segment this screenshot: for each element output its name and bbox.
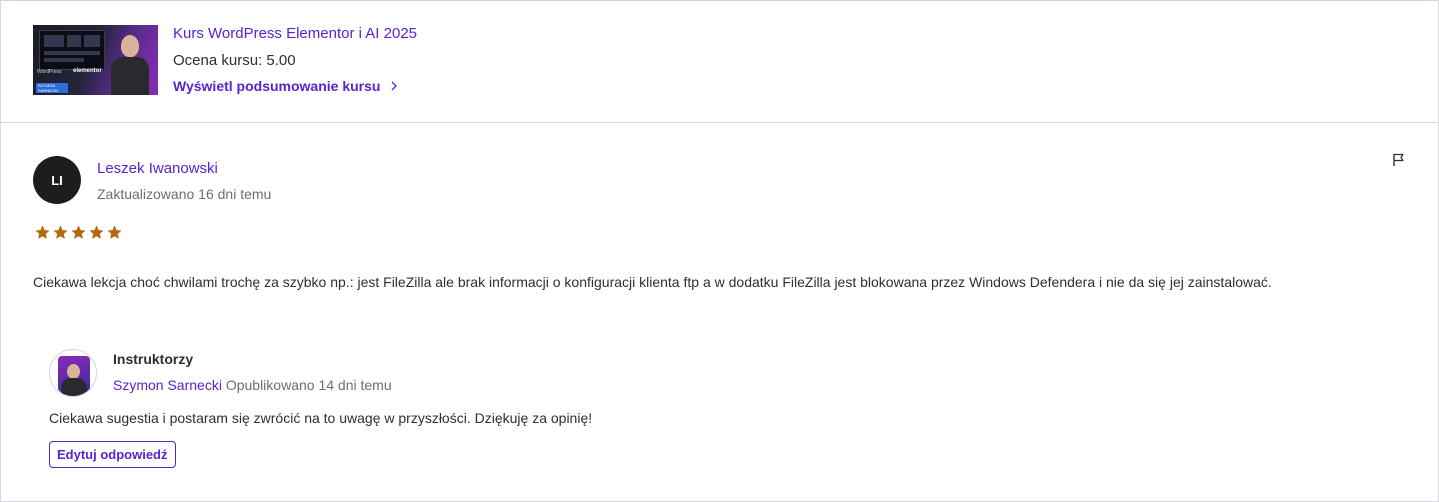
star-icon <box>35 225 50 245</box>
thumbnail-screen <box>39 30 105 70</box>
thumbnail-wp-text: WordPress <box>37 69 62 75</box>
course-title[interactable]: Kurs WordPress Elementor i AI 2025 <box>173 25 417 42</box>
course-header: WordPress elementor SZYMON SARNECKI Kurs… <box>1 1 1438 123</box>
instructor-response-label: Instruktorzy <box>113 351 194 367</box>
instructor-response-text: Ciekawa sugestia i postaram się zwrócić … <box>49 410 593 426</box>
reviewer-name[interactable]: Leszek Iwanowski <box>97 160 218 177</box>
review-text: Ciekawa lekcja choć chwilami trochę za s… <box>33 274 1272 290</box>
star-icon <box>89 225 104 245</box>
star-icon <box>53 225 68 245</box>
instructor-avatar <box>49 349 97 397</box>
star-icon <box>71 225 86 245</box>
course-thumbnail: WordPress elementor SZYMON SARNECKI <box>33 25 158 95</box>
thumbnail-elementor-text: elementor <box>73 68 102 74</box>
review-panel: WordPress elementor SZYMON SARNECKI Kurs… <box>0 0 1439 502</box>
edit-response-button[interactable]: Edytuj odpowiedź <box>49 441 176 468</box>
response-published-time: Opublikowano 14 dni temu <box>225 377 392 393</box>
flag-icon[interactable] <box>1391 152 1407 168</box>
reviewer-avatar: LI <box>33 156 81 204</box>
view-course-summary-label: Wyświetl podsumowanie kursu <box>173 78 381 94</box>
star-icon <box>107 225 122 245</box>
chevron-right-icon <box>390 79 398 94</box>
thumbnail-person <box>111 35 149 95</box>
review-updated-time: Zaktualizowano 16 dni temu <box>97 186 272 202</box>
thumbnail-author-badge: SZYMON SARNECKI <box>36 83 68 93</box>
review-star-rating <box>35 225 122 245</box>
view-course-summary-link[interactable]: Wyświetl podsumowanie kursu <box>173 78 398 94</box>
instructor-response-meta: Szymon Sarnecki Opublikowano 14 dni temu <box>113 377 392 393</box>
course-rating: Ocena kursu: 5.00 <box>173 52 296 69</box>
instructor-name[interactable]: Szymon Sarnecki <box>113 377 222 393</box>
